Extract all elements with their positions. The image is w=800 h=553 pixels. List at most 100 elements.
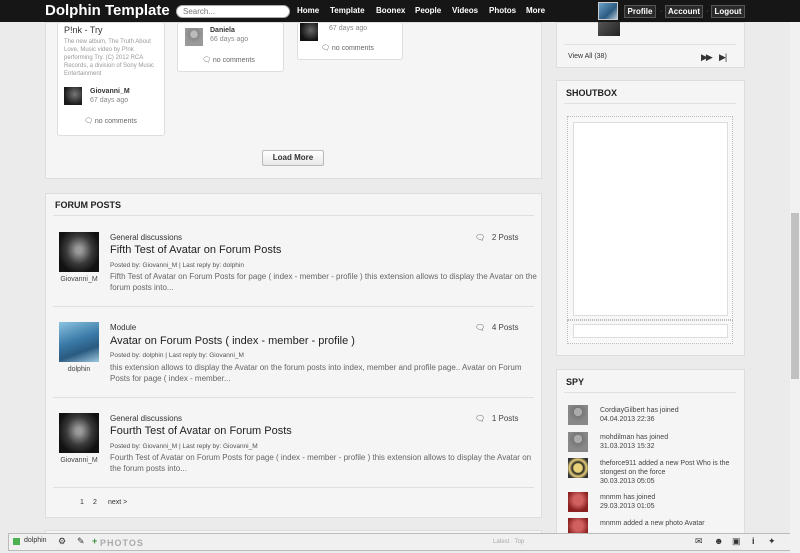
author-name[interactable]: dolphin xyxy=(54,366,104,373)
member-avatar[interactable] xyxy=(598,22,620,36)
info-icon[interactable]: i xyxy=(752,536,755,546)
author-avatar[interactable] xyxy=(59,232,99,272)
mail-icon[interactable]: ✉ xyxy=(695,536,703,547)
user-avatar[interactable] xyxy=(300,23,318,41)
post-title[interactable]: Fifth Test of Avatar on Forum Posts xyxy=(110,244,281,256)
post-count: 🗨︎ 2 Posts xyxy=(475,233,519,242)
author-name[interactable]: Daniela xyxy=(210,27,235,34)
video-description: The new album, The Truth About Love, Mus… xyxy=(64,39,155,77)
comment-icon: 🗨︎ xyxy=(321,45,330,52)
divider xyxy=(53,215,534,216)
spy-activity: theforce911 added a new Post Who is the … xyxy=(600,459,740,486)
user-avatar[interactable] xyxy=(185,28,203,46)
comments-count: no comments xyxy=(94,118,137,125)
tools-icon[interactable]: ✦ xyxy=(768,536,776,547)
skip-to-end-icon[interactable]: ▶| xyxy=(719,52,727,63)
logout-button[interactable]: Logout xyxy=(711,5,745,18)
panel-title: SHOUTBOX xyxy=(566,88,618,98)
spy-activity-time: 04.04.2013 22:36 xyxy=(600,416,655,423)
post-title[interactable]: Fourth Test of Avatar on Forum Posts xyxy=(110,425,292,437)
post-category[interactable]: General discussions xyxy=(110,414,182,423)
divider xyxy=(53,397,534,398)
page-link-2[interactable]: 2 xyxy=(93,499,97,506)
shoutbox-input[interactable] xyxy=(573,324,728,338)
fast-forward-icon[interactable]: ▶▶ xyxy=(701,52,713,63)
divider xyxy=(564,392,736,393)
author-name[interactable]: Giovanni_M xyxy=(90,88,130,95)
load-more-button[interactable]: Load More xyxy=(262,150,324,166)
menu-template[interactable]: Template xyxy=(330,6,365,15)
friends-icon[interactable]: ☻ xyxy=(714,536,723,546)
comments-link[interactable]: 🗨︎ no comments xyxy=(202,56,255,64)
video-title[interactable]: P!nk - Try xyxy=(64,25,103,35)
scrollbar-thumb[interactable] xyxy=(791,213,799,379)
profile-button[interactable]: Profile xyxy=(624,5,656,18)
user-avatar[interactable] xyxy=(64,87,82,105)
spy-avatar[interactable] xyxy=(568,458,588,478)
next-page-link[interactable]: next > xyxy=(108,499,127,506)
spy-panel xyxy=(556,369,745,539)
post-meta: Posted by: Giovanni_M | Last reply by: d… xyxy=(110,262,244,269)
spy-activity-time: 30.03.2013 05:05 xyxy=(600,478,655,485)
post-age: 66 days ago xyxy=(210,36,249,43)
page-link-1[interactable]: 1 xyxy=(80,499,84,506)
edit-icon[interactable]: ✎ xyxy=(77,536,85,547)
spy-activity-time: 29.03.2013 01:05 xyxy=(600,503,655,510)
post-category[interactable]: Module xyxy=(110,323,136,332)
comment-icon: 🗨︎ xyxy=(84,118,93,125)
author-name[interactable]: Giovanni_M xyxy=(54,457,104,464)
post-count-label: 1 Posts xyxy=(491,414,519,423)
photos-tabs[interactable]: Latest · Top xyxy=(493,539,524,545)
spy-activity: mohdilman has joined 31.03.2013 15:32 xyxy=(600,433,740,451)
photos-title: PHOTOS xyxy=(100,538,144,548)
comment-icon: 🗨︎ xyxy=(202,57,211,64)
panel-title: FORUM POSTS xyxy=(55,200,122,210)
comments-count: no comments xyxy=(212,57,255,64)
add-icon[interactable]: + xyxy=(92,536,97,546)
toolbar-username[interactable]: dolphin xyxy=(24,537,47,544)
comments-link[interactable]: 🗨︎ no comments xyxy=(84,117,137,125)
menu-people[interactable]: People xyxy=(415,6,441,15)
post-title[interactable]: Avatar on Forum Posts ( index - member -… xyxy=(110,335,355,347)
menu-videos[interactable]: Videos xyxy=(452,6,478,15)
spy-activity: CordiayGilbert has joined 04.04.2013 22:3… xyxy=(600,406,740,424)
spy-activity-text: mnmm has joined xyxy=(600,494,656,501)
divider xyxy=(564,44,736,45)
post-age: 67 days ago xyxy=(90,97,129,104)
post-count-label: 2 Posts xyxy=(491,233,519,242)
menu-boonex[interactable]: Boonex xyxy=(376,6,405,15)
spy-activity-text: CordiayGilbert has joined xyxy=(600,407,679,414)
spy-avatar[interactable] xyxy=(568,492,588,512)
account-button[interactable]: Account xyxy=(665,5,703,18)
spy-activity: mnmm has joined 29.03.2013 01:05 xyxy=(600,493,740,511)
menu-photos[interactable]: Photos xyxy=(489,6,516,15)
post-count: 🗨︎ 4 Posts xyxy=(475,323,519,332)
video-card[interactable]: P!nk - Try The new album, The Truth Abou… xyxy=(57,22,165,136)
post-excerpt: Fifth Test of Avatar on Forum Posts for … xyxy=(110,272,537,292)
search-input[interactable] xyxy=(176,5,290,18)
post-count: 🗨︎ 1 Posts xyxy=(475,414,519,423)
menu-home[interactable]: Home xyxy=(297,6,319,15)
view-all-link[interactable]: View All (38) xyxy=(568,53,607,60)
site-logo[interactable]: Dolphin Template xyxy=(45,2,170,19)
spy-activity: mnmm added a new photo Avatar xyxy=(600,519,740,528)
cart-icon[interactable]: ▣ xyxy=(732,536,741,547)
post-category[interactable]: General discussions xyxy=(110,233,182,242)
spy-activity-time: 31.03.2013 15:32 xyxy=(600,443,655,450)
menu-more[interactable]: More xyxy=(526,6,545,15)
gear-icon[interactable]: ⚙ xyxy=(58,536,66,547)
comments-link[interactable]: 🗨︎ no comments xyxy=(321,44,374,52)
shoutbox-messages xyxy=(573,122,728,316)
spy-avatar[interactable] xyxy=(568,432,588,452)
divider xyxy=(53,306,534,307)
author-avatar[interactable] xyxy=(59,322,99,362)
post-excerpt: this extension allows to display the Ava… xyxy=(110,363,522,383)
comment-icon: 🗨︎ xyxy=(475,323,486,332)
comment-icon: 🗨︎ xyxy=(475,233,486,242)
user-avatar[interactable] xyxy=(598,2,618,20)
spy-avatar[interactable] xyxy=(568,405,588,425)
video-card[interactable]: Daniela 66 days ago 🗨︎ no comments xyxy=(177,22,284,72)
video-card[interactable]: 67 days ago 🗨︎ no comments xyxy=(297,22,403,60)
author-name[interactable]: Giovanni_M xyxy=(54,276,104,283)
author-avatar[interactable] xyxy=(59,413,99,453)
